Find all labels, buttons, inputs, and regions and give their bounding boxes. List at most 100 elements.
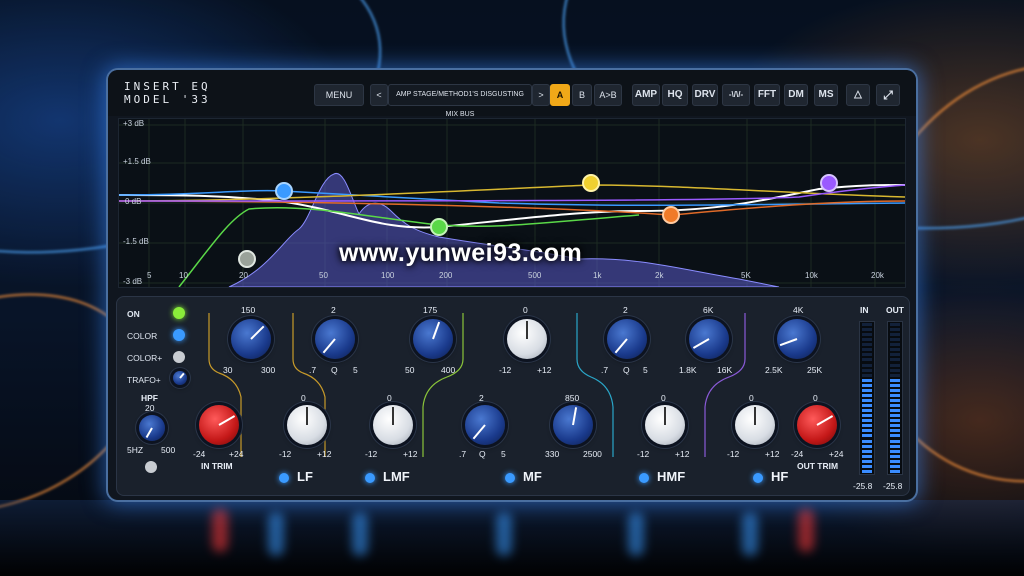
eq-node-lmf: [430, 218, 448, 236]
out-meter-value: -25.8: [883, 481, 903, 491]
meter-segment: [890, 388, 900, 392]
lmf-freq-knob[interactable]: [413, 319, 453, 359]
hmf-gain-knob[interactable]: [645, 405, 685, 445]
hf-band-label[interactable]: HF: [771, 469, 788, 484]
mf-top-gain-min: -12: [499, 365, 512, 375]
meter-segment: [862, 323, 872, 326]
freq-label: 5K: [741, 271, 751, 280]
freq-label: 50: [319, 271, 328, 280]
lmf-band-label[interactable]: LMF: [383, 469, 410, 484]
eq-node-hpf: [238, 250, 256, 268]
lf-q-knob[interactable]: [315, 319, 355, 359]
mf-freq-knob[interactable]: [553, 405, 593, 445]
meter-segment: [890, 404, 900, 408]
meter-segment: [890, 439, 900, 443]
drive-toggle-button[interactable]: DRV: [692, 84, 718, 106]
meter-segment: [862, 328, 872, 332]
hf-gain-knob[interactable]: [735, 405, 775, 445]
meter-segment: [862, 338, 872, 342]
plugin-logo: INSERT EQ MODEL '33: [124, 80, 211, 106]
db-label: -3 dB: [123, 277, 143, 286]
mf-top-gain-knob[interactable]: [507, 319, 547, 359]
waveform-toggle-button[interactable]: -\/\/-: [722, 84, 750, 106]
freq-label: 1k: [593, 271, 602, 280]
lf-band-label[interactable]: LF: [297, 469, 313, 484]
preset-next-button[interactable]: >: [532, 84, 550, 106]
eq-node-lf: [275, 182, 293, 200]
mf-q-knob[interactable]: [465, 405, 505, 445]
lmf-gain-knob[interactable]: [373, 405, 413, 445]
hf-band-led[interactable]: [753, 473, 763, 483]
hf-freq-knob[interactable]: [777, 319, 817, 359]
color-plus-led[interactable]: [173, 351, 185, 363]
desk-reflection: [0, 500, 1024, 576]
hmf-gain-min: -12: [637, 449, 650, 459]
lmf-band-led[interactable]: [365, 473, 375, 483]
meter-segment: [862, 404, 872, 408]
out-trim-label: OUT TRIM: [797, 461, 839, 471]
mf-band-led[interactable]: [505, 473, 515, 483]
hq-toggle-button[interactable]: HQ: [662, 84, 688, 106]
eq-node-mf: [582, 174, 600, 192]
meter-segment: [862, 459, 872, 463]
dm-toggle-button[interactable]: DM: [784, 84, 808, 106]
mf-top-gain-value: 0: [523, 305, 528, 315]
controls-panel: ON COLOR COLOR+ TRAFO+ HPF 20 5HZ 500 -2…: [116, 296, 910, 496]
lmf-gain-min: -12: [365, 449, 378, 459]
mf-q-label: Q: [479, 449, 486, 459]
on-label: ON: [127, 309, 140, 319]
triangle-icon[interactable]: △: [846, 84, 870, 106]
preset-name[interactable]: AMP STAGE/METHOD1'S DISGUSTING MIX BUS: [388, 84, 532, 118]
copy-a-to-b-button[interactable]: A>B: [594, 84, 622, 106]
meter-segment: [890, 338, 900, 342]
meter-segment: [890, 449, 900, 453]
ms-toggle-button[interactable]: MS: [814, 84, 838, 106]
hpf-led[interactable]: [145, 461, 157, 473]
meter-segment: [862, 343, 872, 347]
amp-toggle-button[interactable]: AMP: [632, 84, 660, 106]
menu-button[interactable]: MENU: [314, 84, 364, 106]
on-led[interactable]: [173, 307, 185, 319]
preset-prev-button[interactable]: <: [370, 84, 388, 106]
lf-freq-knob[interactable]: [231, 319, 271, 359]
ab-slot-b-button[interactable]: B: [572, 84, 592, 106]
out-trim-min: -24: [791, 449, 804, 459]
in-trim-knob[interactable]: [199, 405, 239, 445]
fft-toggle-button[interactable]: FFT: [754, 84, 780, 106]
ab-slot-a-button[interactable]: A: [550, 84, 570, 106]
lf-gain-knob[interactable]: [287, 405, 327, 445]
mf-band-label[interactable]: MF: [523, 469, 542, 484]
meter-segment: [862, 419, 872, 423]
meter-segment: [890, 469, 900, 473]
meter-segment: [862, 333, 872, 337]
eq-curve-display[interactable]: +3 dB +1.5 dB 0 dB -1.5 dB -3 dB 5 10 20…: [118, 118, 906, 288]
lf-freq-max: 300: [261, 365, 276, 375]
meter-segment: [862, 449, 872, 453]
meter-segment: [890, 414, 900, 418]
expand-icon[interactable]: ⤢: [876, 84, 900, 106]
color-led[interactable]: [173, 329, 185, 341]
freq-label: 100: [381, 271, 395, 280]
hmf-band-label[interactable]: HMF: [657, 469, 685, 484]
trafo-plus-knob[interactable]: [173, 371, 187, 385]
hmf-q-label: Q: [623, 365, 630, 375]
out-trim-value: 0: [813, 393, 818, 403]
hmf-q-value: 2: [623, 305, 628, 315]
meter-segment: [890, 419, 900, 423]
hmf-q-knob[interactable]: [607, 319, 647, 359]
freq-label: 5: [147, 271, 152, 280]
hpf-knob[interactable]: [139, 415, 165, 441]
meter-segment: [862, 353, 872, 357]
hmf-freq-knob[interactable]: [689, 319, 729, 359]
in-trim-max: +24: [229, 449, 244, 459]
mf-q-value: 2: [479, 393, 484, 403]
meter-segment: [890, 454, 900, 458]
in-meter-value: -25.8: [853, 481, 873, 491]
lf-band-led[interactable]: [279, 473, 289, 483]
reflection-glow: [496, 512, 512, 556]
hmf-band-led[interactable]: [639, 473, 649, 483]
top-bar: INSERT EQ MODEL '33 MENU < AMP STAGE/MET…: [108, 70, 916, 118]
reflection-glow: [742, 512, 758, 556]
lf-q-label: Q: [331, 365, 338, 375]
out-trim-knob[interactable]: [797, 405, 837, 445]
